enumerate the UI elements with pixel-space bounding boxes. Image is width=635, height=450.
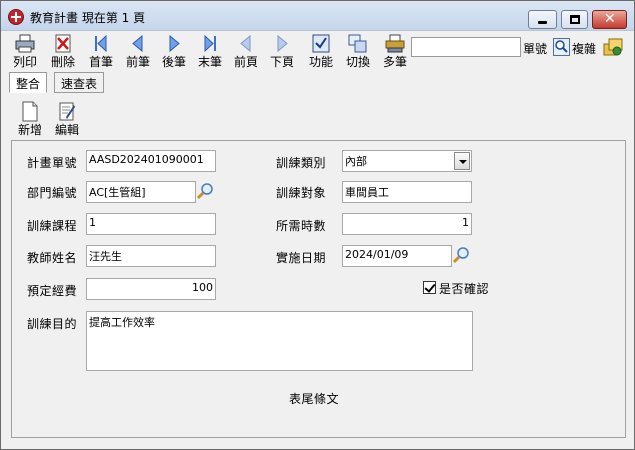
next-page-icon <box>272 34 292 53</box>
main-toolbar: 列印 刪除 首筆 前筆 後筆 末筆 前頁 下頁 功能 切換 多筆 單號 複雜 <box>1 33 634 71</box>
add-button[interactable]: 新增 <box>14 101 46 139</box>
edit-button[interactable]: 編輯 <box>51 101 83 139</box>
course-field[interactable]: 1 <box>86 213 216 235</box>
multi-record-button[interactable]: 多筆 <box>377 33 413 71</box>
teacher-field[interactable]: 汪先生 <box>86 245 216 267</box>
multi-print-icon <box>385 34 405 53</box>
date-field[interactable]: 2024/01/09 <box>342 245 452 267</box>
function-icon <box>311 34 331 53</box>
purpose-label: 訓練目的 <box>27 317 78 331</box>
tab-quick-table[interactable]: 速查表 <box>54 72 105 93</box>
confirm-checkbox[interactable] <box>423 281 436 294</box>
switch-button[interactable]: 切換 <box>340 33 376 71</box>
next-icon <box>164 34 184 53</box>
purpose-textarea[interactable]: 提高工作效率 <box>86 311 473 371</box>
prev-page-icon <box>236 34 256 53</box>
plan-no-field[interactable]: AASD202401090001 <box>86 150 216 172</box>
tab-integrate[interactable]: 整合 <box>9 72 48 93</box>
dept-label: 部門編號 <box>27 186 78 200</box>
dept-lookup-icon[interactable] <box>196 182 215 200</box>
next-record-button[interactable]: 後筆 <box>156 33 192 71</box>
hours-label: 所需時數 <box>276 219 327 233</box>
first-record-button[interactable]: 首筆 <box>83 33 119 71</box>
minimize-icon <box>538 21 547 24</box>
new-document-icon <box>21 101 39 122</box>
type-select[interactable]: 內部 <box>342 150 472 172</box>
search-input[interactable] <box>411 37 521 57</box>
budget-label: 預定經費 <box>27 284 78 298</box>
date-lookup-icon[interactable] <box>452 246 471 264</box>
delete-icon <box>53 34 73 53</box>
target-field[interactable]: 車間員工 <box>342 181 472 203</box>
dept-field[interactable]: AC[生管組] <box>86 181 196 203</box>
main-window: 教育計畫 現在第 1 頁 ✕ 列印 刪除 首筆 前筆 後筆 末筆 前頁 下頁 功… <box>0 0 635 450</box>
delete-button[interactable]: 刪除 <box>45 33 81 71</box>
copy-label: 複雜 <box>572 42 597 56</box>
close-button[interactable]: ✕ <box>592 10 627 29</box>
plan-no-label: 計畫單號 <box>27 156 78 170</box>
close-icon: ✕ <box>604 11 616 27</box>
last-record-button[interactable]: 末筆 <box>192 33 228 71</box>
teacher-label: 教師姓名 <box>27 251 78 265</box>
last-icon <box>200 34 220 53</box>
printer-icon <box>15 34 35 53</box>
unit-no-label: 單號 <box>523 42 548 56</box>
chevron-down-icon[interactable] <box>454 152 470 170</box>
maximize-icon <box>570 15 580 24</box>
date-label: 實施日期 <box>276 251 327 265</box>
hours-field[interactable]: 1 <box>342 213 472 235</box>
budget-field[interactable]: 100 <box>86 278 216 300</box>
first-icon <box>91 34 111 53</box>
prev-page-button[interactable]: 前頁 <box>228 33 264 71</box>
course-label: 訓練課程 <box>27 219 78 233</box>
form-panel: 計畫單號 AASD202401090001 部門編號 AC[生管組] 訓練課程 … <box>11 140 626 438</box>
next-page-button[interactable]: 下頁 <box>264 33 300 71</box>
print-button[interactable]: 列印 <box>7 33 43 71</box>
app-icon <box>8 9 24 25</box>
prev-record-button[interactable]: 前筆 <box>120 33 156 71</box>
window-title: 教育計畫 現在第 1 頁 <box>30 11 146 25</box>
title-bar: 教育計畫 現在第 1 頁 ✕ <box>1 1 634 31</box>
copy-icon[interactable] <box>602 36 624 58</box>
footer-text: 表尾條文 <box>289 392 340 406</box>
edit-document-icon <box>58 101 76 122</box>
function-button[interactable]: 功能 <box>303 33 339 71</box>
type-value: 內部 <box>345 155 367 168</box>
maximize-button[interactable] <box>561 10 588 29</box>
target-label: 訓練對象 <box>276 186 327 200</box>
prev-icon <box>128 34 148 53</box>
confirm-label: 是否確認 <box>439 282 490 296</box>
search-icon[interactable] <box>553 38 570 56</box>
minimize-button[interactable] <box>528 10 557 29</box>
switch-icon <box>348 34 368 53</box>
type-label: 訓練類別 <box>276 156 327 170</box>
